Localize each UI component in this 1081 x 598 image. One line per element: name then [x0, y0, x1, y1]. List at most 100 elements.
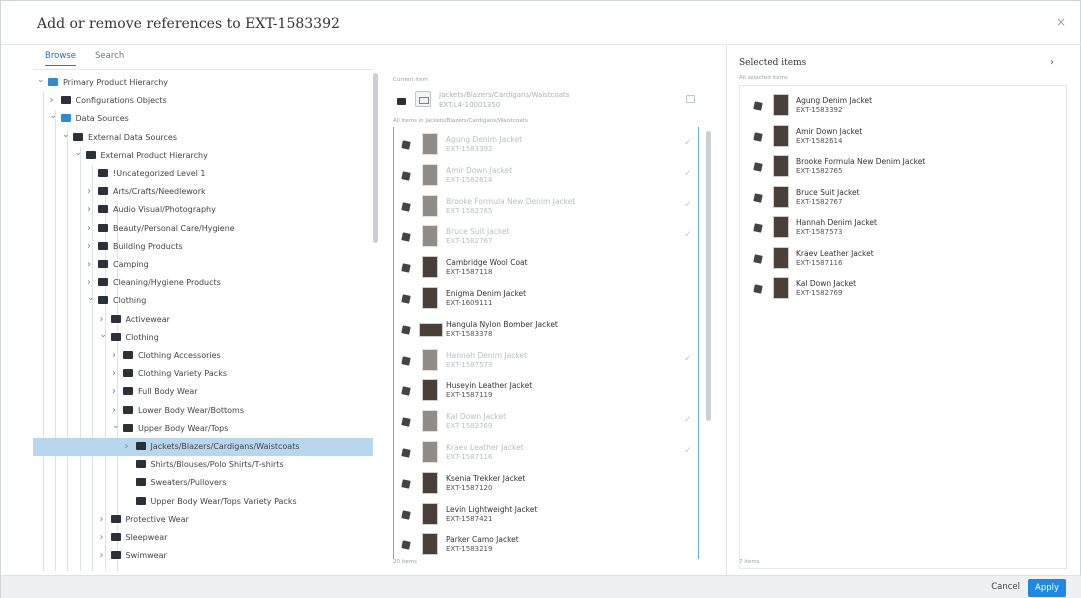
chevron-right-icon[interactable]: ›	[112, 386, 116, 397]
tree-node[interactable]: ⌄ Clothing	[33, 292, 373, 310]
tree-node[interactable]: › Activewear	[33, 311, 373, 329]
tree-node[interactable]: › Sleepwear	[33, 529, 373, 547]
tab-browse[interactable]: Browse	[45, 51, 76, 66]
tree-node[interactable]: › Arts/Crafts/Needlework	[33, 183, 373, 201]
list-item[interactable]: Huseyin Leather Jacket EXT-1587119	[394, 375, 694, 406]
chevron-down-icon[interactable]: ⌄	[75, 148, 83, 158]
items-scrollbar[interactable]	[706, 131, 711, 421]
list-item[interactable]: Agung Denim Jacket EXT-1583392 ✓	[394, 129, 694, 160]
chevron-right-icon[interactable]: ›	[87, 223, 91, 234]
chevron-right-icon[interactable]: ›	[125, 441, 129, 452]
chevron-down-icon[interactable]: ⌄	[112, 421, 120, 431]
chevron-down-icon[interactable]: ⌄	[62, 130, 70, 140]
product-icon	[401, 540, 411, 551]
chevron-down-icon[interactable]: ⌄	[100, 330, 108, 340]
chevron-right-icon[interactable]: ›	[87, 277, 91, 288]
chevron-right-icon[interactable]: ›	[100, 550, 104, 561]
chevron-right-icon[interactable]: ›	[112, 368, 116, 379]
list-item[interactable]: Ksenia Trekker Jacket EXT-1587120	[394, 468, 694, 499]
tree-node[interactable]: Upper Body Wear/Tops Variety Packs	[33, 493, 373, 511]
folder-icon	[110, 551, 121, 560]
list-item[interactable]: Hannah Denim Jacket EXT-1587573 ✓	[394, 345, 694, 376]
tree-node[interactable]: › Lower Body Wear/Bottoms	[33, 402, 373, 420]
folder-icon	[98, 205, 108, 214]
tree-node-label: Shirts/Blouses/Polo Shirts/T-shirts	[150, 460, 284, 470]
apply-button[interactable]: Apply	[1028, 579, 1066, 597]
tree-node[interactable]: › Clothing Accessories	[33, 347, 373, 365]
item-name: Ksenia Trekker Jacket	[446, 473, 526, 483]
chevron-right-icon[interactable]: ›	[50, 95, 54, 106]
selected-list-item[interactable]: Hannah Denim Jacket EXT-1587573	[740, 212, 1060, 242]
chevron-right-icon[interactable]: ›	[87, 259, 91, 270]
list-item[interactable]: Cambridge Wool Coat EXT-1587118	[394, 252, 694, 283]
chevron-right-icon[interactable]: ›	[100, 532, 104, 543]
check-icon: ✓	[684, 168, 692, 179]
selected-list-item[interactable]: Kal Down Jacket EXT-1582769	[740, 273, 1060, 303]
tree-node[interactable]: › Configurations Objects	[33, 92, 373, 110]
chevron-down-icon[interactable]: ⌄	[50, 111, 58, 121]
chevron-down-icon[interactable]: ⌄	[87, 293, 95, 303]
tree-node[interactable]: › Swimwear	[33, 547, 373, 565]
tree-node[interactable]: ⌄ Data Sources	[33, 110, 373, 128]
chevron-right-icon[interactable]: ›	[112, 405, 116, 416]
item-id: EXT-1582765	[796, 167, 843, 175]
list-item[interactable]: Bruce Suit Jacket EXT-1582767 ✓	[394, 221, 694, 252]
list-item[interactable]: Hangula Nylon Bomber Jacket EXT-1583378	[394, 314, 694, 345]
tree-node[interactable]: › Clothing Variety Packs	[33, 365, 373, 383]
tab-search[interactable]: Search	[95, 51, 124, 61]
chevron-right-icon[interactable]: ›	[100, 514, 104, 525]
list-item[interactable]: Kal Down Jacket EXT-1582769 ✓	[394, 406, 694, 437]
tree-node[interactable]: ⌄ External Data Sources	[33, 129, 373, 147]
folder-icon	[123, 369, 133, 378]
list-item[interactable]: Brooke Formula New Denim Jacket EXT-15827…	[394, 191, 694, 222]
item-id: EXT-1582769	[796, 289, 843, 297]
tree-node[interactable]: › Audio Visual/Photography	[33, 201, 373, 219]
chevron-right-icon[interactable]: ›	[112, 350, 116, 361]
tree-node[interactable]: › Cleaning/Hygiene Products	[33, 274, 373, 292]
selected-list-item[interactable]: Brooke Formula New Denim Jacket EXT-15827…	[740, 151, 1060, 181]
tree-node[interactable]: › Full Body Wear	[33, 383, 373, 401]
list-item[interactable]: Amir Down Jacket EXT-1582614 ✓	[394, 160, 694, 191]
product-icon	[753, 131, 763, 142]
chevron-right-icon[interactable]: ›	[87, 241, 91, 252]
item-name: Cambridge Wool Coat	[446, 258, 528, 268]
tree-node[interactable]: › Beauty/Personal Care/Hygiene	[33, 220, 373, 238]
selected-list-item[interactable]: Bruce Suit Jacket EXT-1582767	[740, 182, 1060, 212]
tree-node[interactable]: Sweaters/Pullovers	[33, 474, 373, 492]
selected-list-item[interactable]: Agung Denim Jacket EXT-1583392	[740, 90, 1060, 120]
folder-icon	[110, 514, 121, 523]
list-item[interactable]: Parker Camo Jacket EXT-1583219	[394, 529, 694, 559]
selected-list-item[interactable]: Amir Down Jacket EXT-1582614	[740, 121, 1060, 151]
close-icon[interactable]: ×	[1056, 15, 1066, 29]
hierarchy-tree: ⌄ Primary Product Hierarchy › Configuration…	[33, 69, 373, 571]
tree-node[interactable]: ⌄ Upper Body Wear/Tops	[33, 420, 373, 438]
product-thumbnail	[422, 287, 438, 309]
cancel-button[interactable]: Cancel	[991, 582, 1020, 592]
tree-scrollbar[interactable]	[373, 73, 378, 243]
selected-list-item[interactable]: Kraev Leather Jacket EXT-1587116	[740, 243, 1060, 273]
chevron-right-icon[interactable]: ›	[87, 204, 91, 215]
tree-node[interactable]: › Camping	[33, 256, 373, 274]
tree-node[interactable]: › Protective Wear	[33, 511, 373, 529]
chevron-down-icon[interactable]: ⌄	[37, 75, 45, 85]
tree-node[interactable]: ⌄ Clothing	[33, 329, 373, 347]
open-item-icon[interactable]	[686, 95, 695, 103]
tree-node[interactable]: ⌄ Primary Product Hierarchy	[33, 74, 373, 92]
tree-node[interactable]: › Jackets/Blazers/Cardigans/Waistcoats	[33, 438, 373, 456]
list-item[interactable]: Kraev Leather Jacket EXT-1587116 ✓	[394, 437, 694, 468]
chevron-right-icon[interactable]: ›	[87, 186, 91, 197]
tree-node[interactable]: !Uncategorized Level 1	[33, 165, 373, 183]
tree-node-label: Audio Visual/Photography	[113, 205, 216, 215]
folder-icon	[135, 460, 146, 469]
chevron-right-icon[interactable]: ›	[1050, 57, 1054, 68]
tree-node[interactable]: ⌄ External Product Hierarchy	[33, 147, 373, 165]
list-item[interactable]: Enigma Denim Jacket EXT-1609111	[394, 283, 694, 314]
item-name: Enigma Denim Jacket	[446, 289, 527, 298]
current-item-title: Jackets/Blazers/Cardigans/Waistcoats	[439, 91, 570, 99]
tree-node[interactable]: › Building Products	[33, 238, 373, 256]
chevron-right-icon[interactable]: ›	[100, 314, 104, 325]
product-thumbnail	[422, 194, 438, 217]
list-item[interactable]: Levin Lightweight Jacket EXT-1587421	[394, 499, 694, 530]
tree-node[interactable]: Shirts/Blouses/Polo Shirts/T-shirts	[33, 456, 373, 474]
hierarchy-icon	[48, 78, 58, 86]
